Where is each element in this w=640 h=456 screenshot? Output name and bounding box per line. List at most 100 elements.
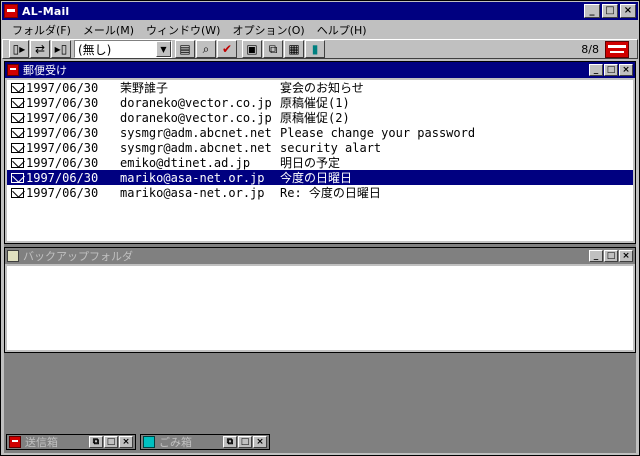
backup-maximize-button[interactable]: □ xyxy=(604,250,618,262)
trash-icon xyxy=(143,436,155,448)
mail-from: mariko@asa-net.or.jp xyxy=(120,185,265,200)
envelope-icon xyxy=(11,187,24,198)
app-title: AL-Mail xyxy=(22,4,70,18)
mail-date: 1997/06/30 xyxy=(26,80,99,95)
envelope-icon xyxy=(11,142,24,153)
maximize-button[interactable]: □ xyxy=(602,4,618,18)
mail-row[interactable]: 1997/06/30 doraneko@vector.co.jp 原稿催促(1) xyxy=(7,95,633,110)
save-button[interactable]: ▣ xyxy=(242,40,262,58)
backup-minimize-button[interactable]: _ xyxy=(589,250,603,262)
chevron-down-icon[interactable]: ▼ xyxy=(156,41,171,57)
inbox-maximize-button[interactable]: □ xyxy=(604,64,618,76)
mail-from: mariko@asa-net.or.jp xyxy=(120,170,265,185)
mdi-workspace: 郵便受け _ □ × 1997/06/30 茉野誰子 宴会のお知らせ 1997/06/… xyxy=(4,61,636,453)
backup-folder-title: バックアップフォルダ xyxy=(23,250,133,263)
mailbox-icon[interactable] xyxy=(4,4,18,18)
trash-restore-button[interactable]: ⧉ xyxy=(223,436,237,448)
mail-list[interactable]: 1997/06/30 茉野誰子 宴会のお知らせ 1997/06/30 doraneko@… xyxy=(7,80,633,241)
menu-window[interactable]: ウィンドウ(W) xyxy=(140,22,226,38)
backup-mail-list[interactable] xyxy=(7,266,633,350)
menu-bar: フォルダ(F) メール(M) ウィンドウ(W) オプション(O) ヘルプ(H) xyxy=(2,21,638,39)
mail-date: 1997/06/30 xyxy=(26,125,99,140)
mail-from: emiko@dtinet.ad.jp xyxy=(120,155,251,170)
mail-date: 1997/06/30 xyxy=(26,170,99,185)
outbox-title: 送信箱 xyxy=(25,436,58,449)
mail-date: 1997/06/30 xyxy=(26,140,99,155)
send-receive-button[interactable]: ⇄ xyxy=(30,40,50,58)
floppy-disk-icon: ▣ xyxy=(246,42,258,56)
inbox-titlebar[interactable]: 郵便受け _ □ × xyxy=(5,62,635,78)
address-book-icon: ▤ xyxy=(179,42,191,56)
trash-maximize-button[interactable]: □ xyxy=(238,436,252,448)
minimized-outbox[interactable]: 送信箱 ⧉ □ × xyxy=(6,434,136,450)
mail-subject: Re: 今度の日曜日 xyxy=(280,186,381,200)
send-icon: ▸▯ xyxy=(54,42,68,56)
send-mail-button[interactable]: ▸▯ xyxy=(51,40,71,58)
copy-icon: ⧉ xyxy=(268,42,278,56)
mail-row[interactable]: 1997/06/30 emiko@dtinet.ad.jp 明日の予定 xyxy=(7,155,633,170)
mail-counter: 8/8 xyxy=(581,43,599,56)
mail-row[interactable]: 1997/06/30 sysmgr@adm.abcnet.net security … xyxy=(7,140,633,155)
inbox-title: 郵便受け xyxy=(23,64,67,77)
mail-row[interactable]: 1997/06/30 doraneko@vector.co.jp 原稿催促(2) xyxy=(7,110,633,125)
inbox-minimize-button[interactable]: _ xyxy=(589,64,603,76)
mail-subject: security alart xyxy=(280,140,382,155)
minimize-button[interactable]: _ xyxy=(584,4,600,18)
backup-folder-titlebar[interactable]: バックアップフォルダ _ □ × xyxy=(5,248,635,264)
trash-icon: ▮ xyxy=(311,42,319,56)
mail-from: doraneko@vector.co.jp xyxy=(120,95,272,110)
mail-from: sysmgr@adm.abcnet.net xyxy=(120,125,272,140)
envelope-icon xyxy=(11,97,24,108)
delete-button[interactable]: ▮ xyxy=(305,40,325,58)
outbox-close-button[interactable]: × xyxy=(119,436,133,448)
mail-row[interactable]: 1997/06/30 mariko@asa-net.or.jp Re: 今度の日曜日 xyxy=(7,185,633,200)
mail-row[interactable]: 1997/06/30 mariko@asa-net.or.jp 今度の日曜日 xyxy=(7,170,633,185)
send-receive-icon: ⇄ xyxy=(34,42,46,56)
envelope-icon xyxy=(11,112,24,123)
menu-help[interactable]: ヘルプ(H) xyxy=(311,22,373,38)
mailbox-icon xyxy=(7,64,19,76)
receive-mail-button[interactable]: ▯▸ xyxy=(9,40,29,58)
new-mail-icon[interactable] xyxy=(605,41,629,58)
trash-close-button[interactable]: × xyxy=(253,436,267,448)
envelope-icon xyxy=(11,127,24,138)
mail-date: 1997/06/30 xyxy=(26,185,99,200)
mail-from: 茉野誰子 xyxy=(120,81,169,95)
envelope-icon xyxy=(11,157,24,168)
mail-date: 1997/06/30 xyxy=(26,155,99,170)
search-button[interactable]: ⌕ xyxy=(196,40,216,58)
inbox-close-button[interactable]: × xyxy=(619,64,633,76)
checkmark-icon: ✔ xyxy=(221,42,233,56)
backup-close-button[interactable]: × xyxy=(619,250,633,262)
close-button[interactable]: × xyxy=(620,4,636,18)
document-icon: ▦ xyxy=(288,42,300,56)
mailbox-icon xyxy=(9,436,21,448)
trash-title: ごみ箱 xyxy=(159,436,192,449)
mail-row[interactable]: 1997/06/30 sysmgr@adm.abcnet.net Please ch… xyxy=(7,125,633,140)
outbox-restore-button[interactable]: ⧉ xyxy=(89,436,103,448)
address-book-button[interactable]: ▤ xyxy=(175,40,195,58)
envelope-icon xyxy=(11,82,24,93)
inbox-window: 郵便受け _ □ × 1997/06/30 茉野誰子 宴会のお知らせ 1997/06/… xyxy=(4,61,636,244)
mail-subject: Please change your password xyxy=(280,125,476,140)
menu-mail[interactable]: メール(M) xyxy=(77,22,140,38)
copy-button[interactable]: ⧉ xyxy=(263,40,283,58)
mail-row[interactable]: 1997/06/30 茉野誰子 宴会のお知らせ xyxy=(7,80,633,95)
receive-icon: ▯▸ xyxy=(12,42,26,56)
folder-select-value: (無し) xyxy=(78,42,112,57)
mail-date: 1997/06/30 xyxy=(26,95,99,110)
binoculars-icon: ⌕ xyxy=(202,42,210,56)
al-mail-window: AL-Mail _ □ × フォルダ(F) メール(M) ウィンドウ(W) オプ… xyxy=(0,0,640,456)
minimized-trash[interactable]: ごみ箱 ⧉ □ × xyxy=(140,434,270,450)
print-button[interactable]: ▦ xyxy=(284,40,304,58)
outbox-maximize-button[interactable]: □ xyxy=(104,436,118,448)
app-titlebar[interactable]: AL-Mail _ □ × xyxy=(2,2,638,20)
check-button[interactable]: ✔ xyxy=(217,40,237,58)
toolbar: ▯▸ ⇄ ▸▯ (無し) ▼ ▤ ⌕ ✔ ▣ ⧉ ▦ ▮ 8/8 xyxy=(2,39,638,59)
mail-subject: 原稿催促(2) xyxy=(280,111,350,125)
folder-select[interactable]: (無し) ▼ xyxy=(74,40,172,58)
mail-from: sysmgr@adm.abcnet.net xyxy=(120,140,272,155)
menu-option[interactable]: オプション(O) xyxy=(226,22,310,38)
menu-folder[interactable]: フォルダ(F) xyxy=(6,22,77,38)
envelope-icon xyxy=(11,172,24,183)
